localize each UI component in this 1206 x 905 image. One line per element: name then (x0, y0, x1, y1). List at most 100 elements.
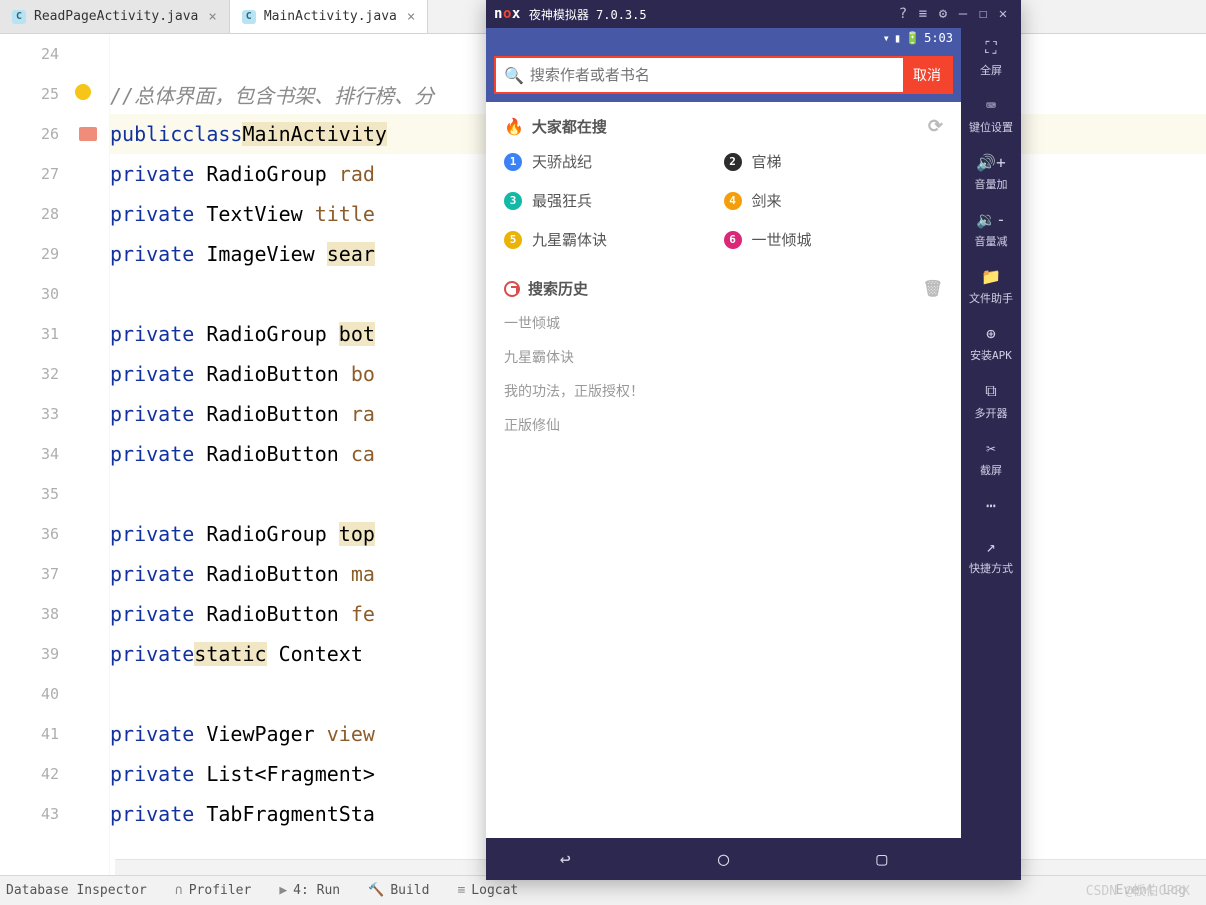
rank-badge: 6 (724, 231, 742, 249)
line-number: 24 (0, 34, 109, 74)
status-time: 5:03 (924, 31, 953, 45)
side-label: 音量加 (975, 176, 1008, 192)
nox-titlebar[interactable]: nox 夜神模拟器 7.0.3.5 ? ≡ ⚙ — ☐ ✕ (486, 0, 1021, 28)
trash-icon[interactable]: 🗑 (923, 279, 943, 298)
tab-label: MainActivity.java (264, 9, 397, 24)
side-icon: ✂ (986, 439, 996, 458)
nav-recent-icon[interactable]: ▢ (876, 849, 887, 870)
line-number: 33 (0, 394, 109, 434)
nox-side-button[interactable]: ⊕安装APK (970, 324, 1012, 363)
class-gutter-icon (79, 127, 97, 141)
class-file-icon: C (12, 10, 26, 24)
rank-badge: 2 (724, 153, 742, 171)
side-label: 截屏 (980, 462, 1002, 478)
search-bar: 🔍 取消 (486, 48, 961, 102)
side-icon: ↗ (986, 537, 996, 556)
signal-icon: ▮ (894, 31, 901, 45)
history-item[interactable]: 我的功法，正版授权！ (504, 381, 943, 401)
line-number: 32 (0, 354, 109, 394)
android-status-bar: ▾ ▮ 🔋 5:03 (486, 28, 961, 48)
hot-search-item[interactable]: 4剑来 (724, 190, 944, 211)
line-number: 43 (0, 794, 109, 834)
nav-back-icon[interactable]: ↩ (560, 849, 571, 870)
side-label: 快捷方式 (969, 560, 1013, 576)
hot-header-label: 大家都在搜 (532, 116, 607, 137)
nox-title-text: 夜神模拟器 7.0.3.5 (529, 6, 647, 23)
cancel-button[interactable]: 取消 (903, 58, 951, 92)
line-number: 27 (0, 154, 109, 194)
gear-icon[interactable]: ⚙ (933, 6, 953, 22)
hot-item-label: 最强狂兵 (532, 190, 592, 211)
line-number: 36 (0, 514, 109, 554)
refresh-icon[interactable]: ⟳ (928, 116, 943, 137)
nox-side-button[interactable]: ⋯ (986, 496, 996, 519)
line-number: 35 (0, 474, 109, 514)
wifi-icon: ▾ (883, 31, 890, 45)
clock-icon (504, 281, 520, 297)
tool-icon: 🔨 (368, 883, 384, 898)
nox-side-button[interactable]: ⛶全屏 (980, 38, 1002, 78)
maximize-icon[interactable]: ☐ (973, 6, 993, 22)
android-screen: ▾ ▮ 🔋 5:03 🔍 取消 🔥 大家都在搜 ⟳ 1天骄战纪2官梯3最强狂兵4… (486, 28, 961, 880)
class-file-icon: C (242, 10, 256, 24)
hot-list: 1天骄战纪2官梯3最强狂兵4剑来5九星霸体诀6一世倾城 (504, 151, 943, 250)
app-content[interactable]: 🔥 大家都在搜 ⟳ 1天骄战纪2官梯3最强狂兵4剑来5九星霸体诀6一世倾城 搜索… (486, 102, 961, 838)
side-icon: ⌨ (986, 96, 996, 115)
close-tab-icon[interactable]: × (208, 9, 216, 25)
tool-icon: ▶ (279, 883, 287, 898)
nav-home-icon[interactable]: ◯ (718, 849, 729, 870)
help-icon[interactable]: ? (893, 6, 913, 22)
side-icon: 🔉- (976, 210, 1006, 229)
minimize-icon[interactable]: — (953, 6, 973, 22)
side-icon: ⊕ (986, 324, 996, 343)
close-icon[interactable]: ✕ (993, 6, 1013, 22)
search-icon: 🔍 (504, 66, 524, 85)
tool-label: 4: Run (293, 883, 340, 898)
bulb-icon[interactable] (75, 84, 91, 104)
line-number: 38 (0, 594, 109, 634)
hot-search-item[interactable]: 6一世倾城 (724, 229, 944, 250)
rank-badge: 5 (504, 231, 522, 249)
nox-window: nox 夜神模拟器 7.0.3.5 ? ≡ ⚙ — ☐ ✕ ▾ ▮ 🔋 5:03… (486, 0, 1021, 880)
line-number: 31 (0, 314, 109, 354)
line-number: 25 (0, 74, 109, 114)
editor-tab[interactable]: C MainActivity.java × (230, 0, 429, 33)
nox-side-button[interactable]: ⌨键位设置 (969, 96, 1013, 135)
editor-tab[interactable]: C ReadPageActivity.java × (0, 0, 230, 33)
side-label: 文件助手 (969, 290, 1013, 306)
line-number: 34 (0, 434, 109, 474)
hot-search-item[interactable]: 1天骄战纪 (504, 151, 724, 172)
toolwindow-button[interactable]: ▶ 4: Run (279, 883, 340, 898)
nox-side-button[interactable]: ✂ 截屏 (980, 439, 1002, 478)
nox-side-button[interactable]: 🔉- 音量减 (975, 210, 1008, 249)
hot-search-item[interactable]: 3最强狂兵 (504, 190, 724, 211)
fire-icon: 🔥 (504, 117, 524, 136)
nox-side-button[interactable]: ⧉多开器 (975, 381, 1008, 421)
nox-side-button[interactable]: 🔊+音量加 (975, 153, 1008, 192)
toolwindow-button[interactable]: Database Inspector (0, 883, 147, 898)
nox-side-button[interactable]: ↗ 快捷方式 (969, 537, 1013, 576)
search-input-wrap[interactable]: 🔍 (496, 58, 903, 92)
toolwindow-button[interactable]: ≡Logcat (457, 883, 518, 898)
toolwindow-button[interactable]: 🔨 Build (368, 883, 429, 898)
search-input[interactable] (530, 66, 895, 84)
side-label: 音量减 (975, 233, 1008, 249)
menu-icon[interactable]: ≡ (913, 6, 933, 22)
hot-header: 🔥 大家都在搜 ⟳ (504, 116, 943, 137)
history-item[interactable]: 正版修仙 (504, 415, 943, 435)
close-tab-icon[interactable]: × (407, 9, 415, 25)
hot-search-item[interactable]: 2官梯 (724, 151, 944, 172)
history-header: 搜索历史 🗑 (504, 278, 943, 299)
tab-label: ReadPageActivity.java (34, 9, 198, 24)
battery-icon: 🔋 (905, 31, 920, 45)
tool-label: Build (390, 883, 429, 898)
history-list: 一世倾城九星霸体诀我的功法，正版授权！ 正版修仙 (504, 313, 943, 435)
line-number: 30 (0, 274, 109, 314)
history-item[interactable]: 一世倾城 (504, 313, 943, 333)
nox-side-button[interactable]: 📁文件助手 (969, 267, 1013, 306)
toolwindow-button[interactable]: ∩Profiler (175, 883, 251, 898)
side-icon: ⋯ (986, 496, 996, 515)
side-icon: ⛶ (985, 38, 996, 58)
hot-search-item[interactable]: 5九星霸体诀 (504, 229, 724, 250)
history-item[interactable]: 九星霸体诀 (504, 347, 943, 367)
